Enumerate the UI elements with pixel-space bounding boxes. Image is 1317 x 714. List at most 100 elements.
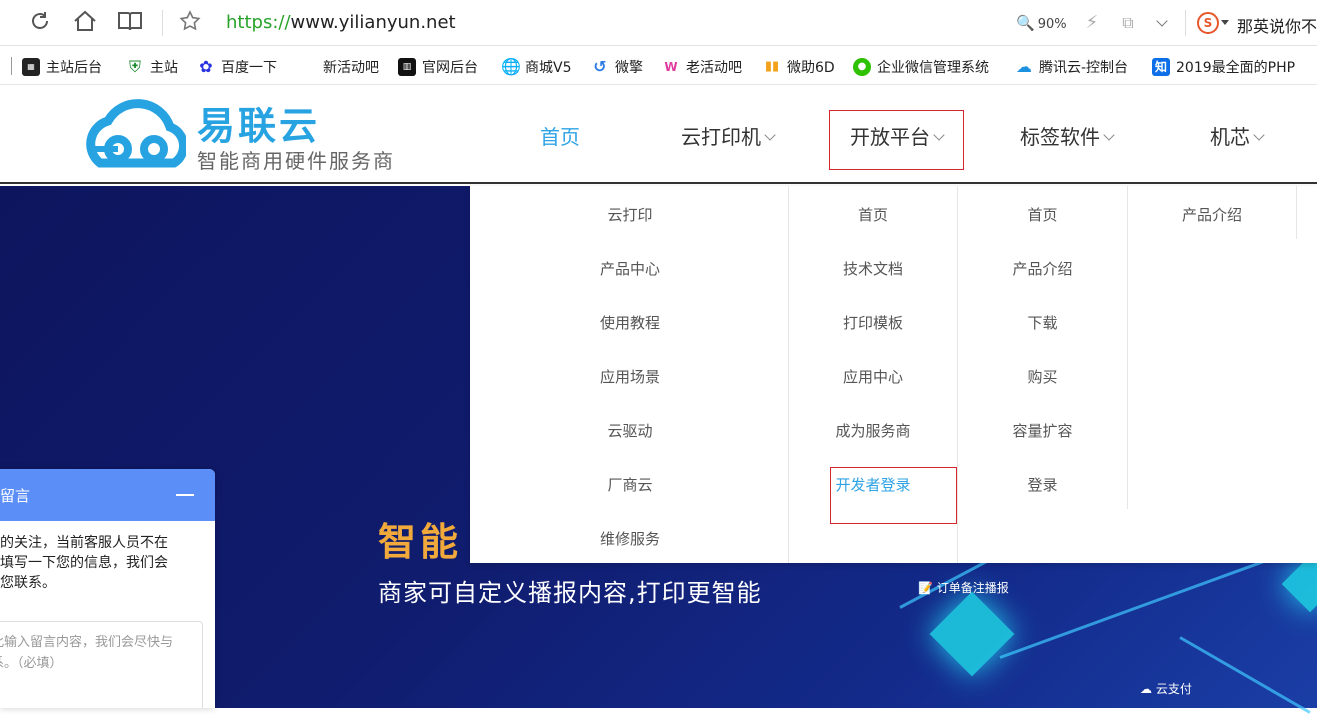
address-bar[interactable]: https://www.yilianyun.net [226,12,456,33]
nav-movement[interactable]: 机芯 [1210,121,1265,150]
menu-item[interactable]: 厂商云 [565,474,695,495]
bookmark-label: 百度一下 [221,60,277,76]
bookmark-label: 官网后台 [422,60,478,76]
glow-cube [1281,555,1317,613]
hero-subtitle: 商家可自定义播报内容,打印更智能 [378,579,762,607]
menu-column-printer: 云打印 产品中心 使用教程 应用场景 云驱动 厂商云 维修服务 [470,186,789,563]
bookmark-label: 商城V5 [525,60,572,76]
site-header: 易联云 智能商用硬件服务商 首页 云打印机 开放平台 标签软件 机芯 [0,85,1317,184]
light-stream [999,546,1302,659]
home-icon[interactable] [71,9,99,37]
bookmark-item[interactable]: W 老活动吧 [662,57,742,77]
url-host: www.yilianyun.net [290,12,456,33]
menu-item[interactable]: 使用教程 [565,312,695,333]
chat-message: 您的关注，当前客服人员不在 请填写一下您的信息，我们会 和您联系。 [0,535,168,591]
chevron-down-icon [764,129,776,141]
bookmark-item[interactable]: ⛨ 主站 [126,57,178,77]
reader-icon[interactable] [116,9,144,37]
chevron-down-icon[interactable] [1148,9,1176,37]
wave-icon: W [664,60,678,74]
logo-title[interactable]: 易联云 [197,95,320,150]
chevron-down-icon [1103,129,1115,141]
zoom-icon: 🔍 [1016,14,1035,32]
bookmark-item[interactable]: ☁ 腾讯云-控制台 [1015,57,1128,77]
bookmark-item[interactable]: ● 企业微信管理系统 [853,57,989,77]
toolbar-divider [162,10,163,36]
bookmark-item[interactable]: 知 2019最全面的PHP [1152,57,1295,77]
share-icon[interactable]: ⧉ [1114,9,1142,37]
menu-item[interactable]: 容量扩容 [958,420,1127,441]
menu-column-label-software: 首页 产品介绍 下载 购买 容量扩容 登录 [958,186,1128,509]
nav-label: 标签软件 [1020,125,1100,149]
menu-item[interactable]: 登录 [958,474,1127,495]
menu-item[interactable]: 技术文档 [789,258,957,279]
bookmark-label: 腾讯云-控制台 [1039,60,1129,76]
logo-icon[interactable] [82,97,186,171]
refresh-icon[interactable] [26,9,54,37]
sogou-icon[interactable]: S [1197,12,1219,34]
bookmark-label: 主站后台 [46,60,102,76]
bookmark-item[interactable]: ▦ 主站后台 [22,57,102,77]
menu-column-movement: 产品介绍 [1128,186,1297,239]
zhihu-icon: 知 [1152,58,1170,76]
bookmark-label: 主站 [150,60,178,76]
minimize-icon[interactable] [176,494,194,496]
menu-item[interactable]: 云打印 [565,204,695,225]
bookmark-item[interactable]: 新活动吧 [323,57,379,77]
zoom-value: 90% [1037,17,1067,32]
menu-item[interactable]: 购买 [958,366,1127,387]
chat-header[interactable]: 留言 [0,469,215,521]
menu-item[interactable]: 云驱动 [565,420,695,441]
bookmark-label: 新活动吧 [323,60,379,76]
menu-item[interactable]: 下载 [958,312,1127,333]
menu-item[interactable]: 打印模板 [789,312,957,333]
menu-item[interactable]: 应用场景 [565,366,695,387]
caret-down-icon[interactable] [1221,20,1229,25]
light-stream [1179,636,1311,714]
bookmark-item[interactable]: ▮▮ 微助6D [763,57,835,77]
bars-icon: ▮▮ [764,59,780,74]
search-hint[interactable]: 那英说你不 [1237,13,1317,37]
bookmark-label: 微助6D [787,60,835,76]
wechat-icon: ● [853,58,871,76]
toolbar-divider [1185,10,1186,36]
nav-label: 云打印机 [681,125,761,149]
chat-message-input[interactable]: 此输入留言内容，我们会尽快与 系。（必填） [0,621,203,708]
menu-item[interactable]: 产品中心 [565,258,695,279]
menu-item[interactable]: 成为服务商 [789,420,957,441]
hero-tag-label: 云支付 [1155,682,1192,696]
nav-cloud-printer[interactable]: 云打印机 [681,121,776,150]
hero-tag: ☁ 云支付 [1140,682,1192,696]
bookmarks-divider [11,57,12,75]
star-icon[interactable] [176,9,204,37]
bookmark-item[interactable]: ✿ 百度一下 [197,57,277,77]
menu-item[interactable]: 应用中心 [789,366,957,387]
shield-icon: ⛨ [128,57,141,76]
bookmark-item[interactable]: ▥ 官网后台 [398,57,478,77]
bookmark-label: 老活动吧 [686,60,742,76]
nav-label-software[interactable]: 标签软件 [1020,121,1115,150]
baidu-icon: ✿ [199,57,213,76]
bookmark-label: 2019最全面的PHP [1176,60,1296,76]
menu-item[interactable]: 首页 [958,204,1127,225]
globe-icon: 🌐 [501,57,521,76]
bolt-icon[interactable]: ⚡ [1078,9,1106,37]
menu-item[interactable]: 维修服务 [565,528,695,549]
site-admin-icon: ▦ [22,58,40,76]
weiqing-icon: ↺ [593,57,607,76]
bookmark-item[interactable]: ↺ 微擎 [591,57,643,77]
chevron-down-icon [1253,129,1265,141]
browser-toolbar: https://www.yilianyun.net 🔍 90% ⚡ ⧉ S 那英说… [0,0,1317,46]
bookmarks-bar: ▦ 主站后台 ⛨ 主站 ✿ 百度一下 新活动吧 ▥ 官网后台 🌐 商城V5 ↺ … [0,47,1317,85]
menu-item[interactable]: 首页 [789,204,957,225]
nav-label: 首页 [540,125,580,149]
cloud-icon: ☁ [1016,57,1032,76]
admin-icon: ▥ [398,58,416,76]
nav-label: 机芯 [1210,125,1250,149]
hero-title: 智能 [378,520,463,564]
bookmark-item[interactable]: 🌐 商城V5 [501,57,571,77]
zoom-level[interactable]: 🔍 90% [1016,14,1067,32]
menu-item[interactable]: 产品介绍 [958,258,1127,279]
menu-item[interactable]: 产品介绍 [1128,204,1296,225]
nav-home[interactable]: 首页 [540,121,580,150]
